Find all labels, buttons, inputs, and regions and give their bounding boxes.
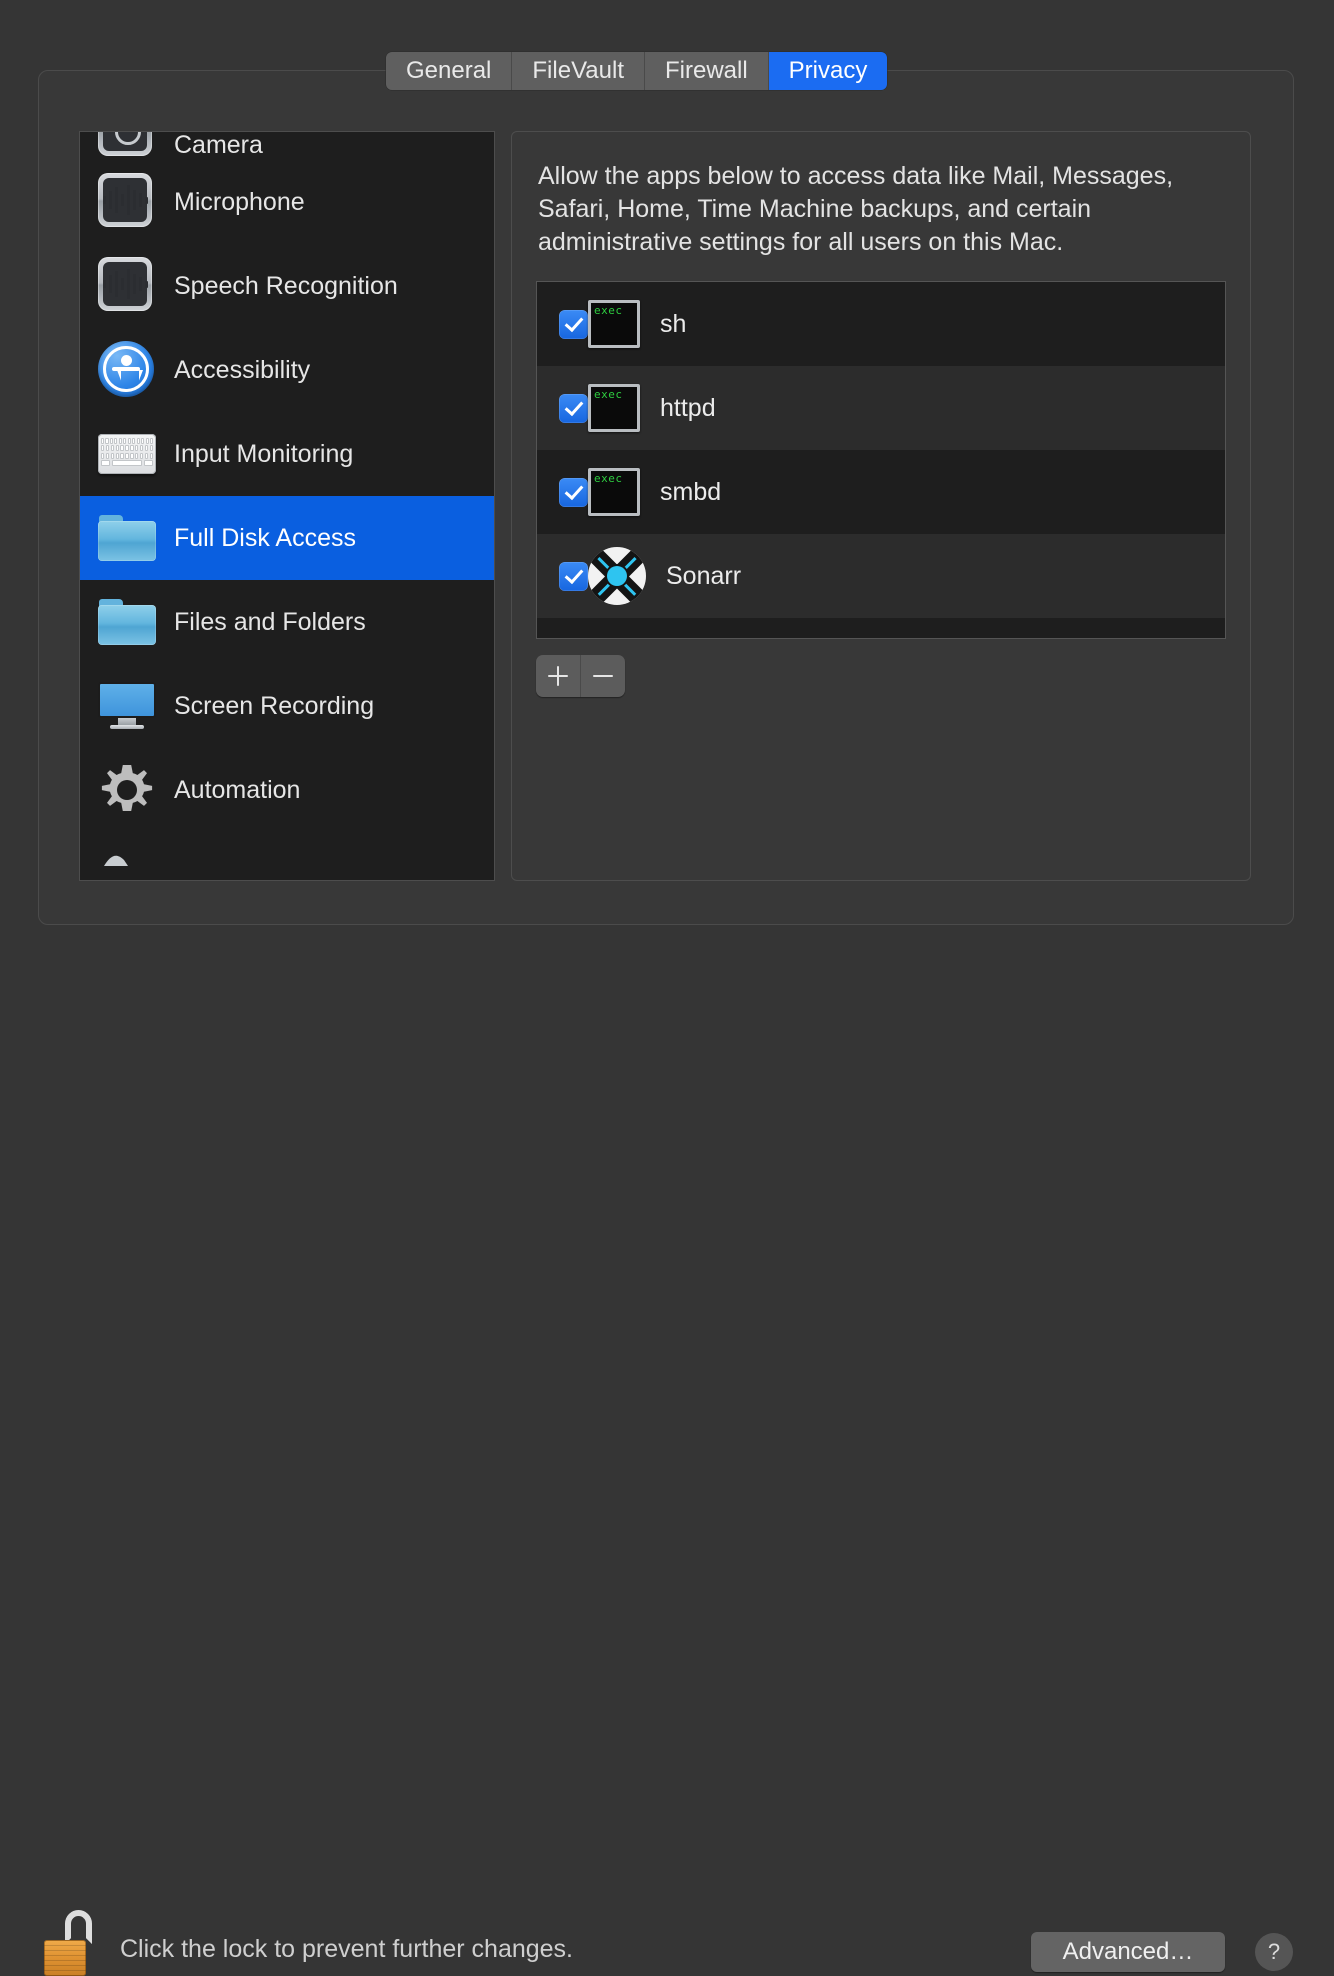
sidebar-item-microphone[interactable]: Microphone <box>80 160 494 244</box>
exec-icon-label: exec <box>594 304 623 317</box>
app-checkbox[interactable] <box>559 393 588 423</box>
table-row[interactable]: exec httpd <box>537 366 1225 450</box>
folder-icon <box>98 593 156 651</box>
sidebar-item-input-monitoring[interactable]: Input Monitoring <box>80 412 494 496</box>
exec-icon: exec <box>588 300 640 348</box>
app-checkbox[interactable] <box>559 309 588 339</box>
sidebar-item-camera[interactable]: Camera <box>80 131 494 160</box>
sidebar-item-partial[interactable] <box>80 832 494 872</box>
add-app-button[interactable] <box>536 655 580 697</box>
add-remove-segmented-control[interactable] <box>536 655 625 697</box>
footer-bar: Click the lock to prevent further change… <box>0 945 1334 1976</box>
app-checkbox[interactable] <box>559 477 588 507</box>
app-name: Sonarr <box>666 561 742 590</box>
sidebar-item-label: Camera <box>174 131 263 159</box>
app-checkbox[interactable] <box>559 561 588 591</box>
sidebar-item-accessibility[interactable]: Accessibility <box>80 328 494 412</box>
lock-message: Click the lock to prevent further change… <box>120 1935 574 1963</box>
table-row[interactable]: Sonarr <box>537 534 1225 618</box>
sidebar-item-automation[interactable]: Automation <box>80 748 494 832</box>
sidebar-item-label: Input Monitoring <box>174 439 354 468</box>
microphone-icon <box>98 173 156 231</box>
sidebar-item-speech-recognition[interactable]: Speech Recognition <box>80 244 494 328</box>
app-name: smbd <box>660 477 722 506</box>
accessibility-icon <box>98 341 156 399</box>
allowed-apps-list[interactable]: exec sh exec httpd exec smbd Sonarr <box>536 281 1226 639</box>
exec-icon: exec <box>588 468 640 516</box>
sidebar-item-label: Full Disk Access <box>174 523 356 552</box>
camera-icon <box>98 132 156 160</box>
full-disk-access-pane: Allow the apps below to access data like… <box>511 131 1251 881</box>
sidebar-item-label: Screen Recording <box>174 691 375 720</box>
sidebar-item-files-and-folders[interactable]: Files and Folders <box>80 580 494 664</box>
privacy-panel: Camera Microphone Speech Recognition Acc… <box>38 70 1294 925</box>
gear-icon <box>98 761 156 819</box>
sidebar-item-label: Speech Recognition <box>174 271 398 300</box>
speech-recognition-icon <box>98 257 156 315</box>
tab-privacy[interactable]: Privacy <box>768 52 888 90</box>
privacy-category-sidebar[interactable]: Camera Microphone Speech Recognition Acc… <box>79 131 495 881</box>
help-button[interactable]: ? <box>1255 1933 1293 1971</box>
unlocked-padlock-icon[interactable] <box>44 1910 96 1976</box>
sidebar-item-label: Automation <box>174 775 301 804</box>
table-row[interactable]: exec sh <box>537 282 1225 366</box>
tab-general[interactable]: General <box>386 52 513 90</box>
app-name: sh <box>660 309 687 338</box>
table-row[interactable]: exec smbd <box>537 450 1225 534</box>
sidebar-item-label: Accessibility <box>174 355 311 384</box>
keyboard-icon <box>98 425 156 483</box>
minus-icon <box>593 674 613 678</box>
remove-app-button[interactable] <box>580 655 625 697</box>
exec-icon-label: exec <box>594 472 623 485</box>
sidebar-item-label: Microphone <box>174 187 305 216</box>
plus-icon <box>548 667 568 685</box>
sonarr-icon <box>588 547 646 605</box>
app-name: httpd <box>660 393 716 422</box>
advanced-button[interactable]: Advanced… <box>1031 1932 1225 1972</box>
partial-icon <box>104 855 128 866</box>
sidebar-item-screen-recording[interactable]: Screen Recording <box>80 664 494 748</box>
tab-firewall[interactable]: Firewall <box>644 52 769 90</box>
sidebar-item-label: Files and Folders <box>174 607 366 636</box>
exec-icon: exec <box>588 384 640 432</box>
tab-filevault[interactable]: FileVault <box>512 52 645 90</box>
exec-icon-label: exec <box>594 388 623 401</box>
preferences-tab-bar[interactable]: General FileVault Firewall Privacy <box>386 52 888 90</box>
pane-description: Allow the apps below to access data like… <box>538 162 1174 256</box>
display-icon <box>98 677 156 735</box>
sidebar-item-full-disk-access[interactable]: Full Disk Access <box>80 496 494 580</box>
folder-icon <box>98 509 156 567</box>
